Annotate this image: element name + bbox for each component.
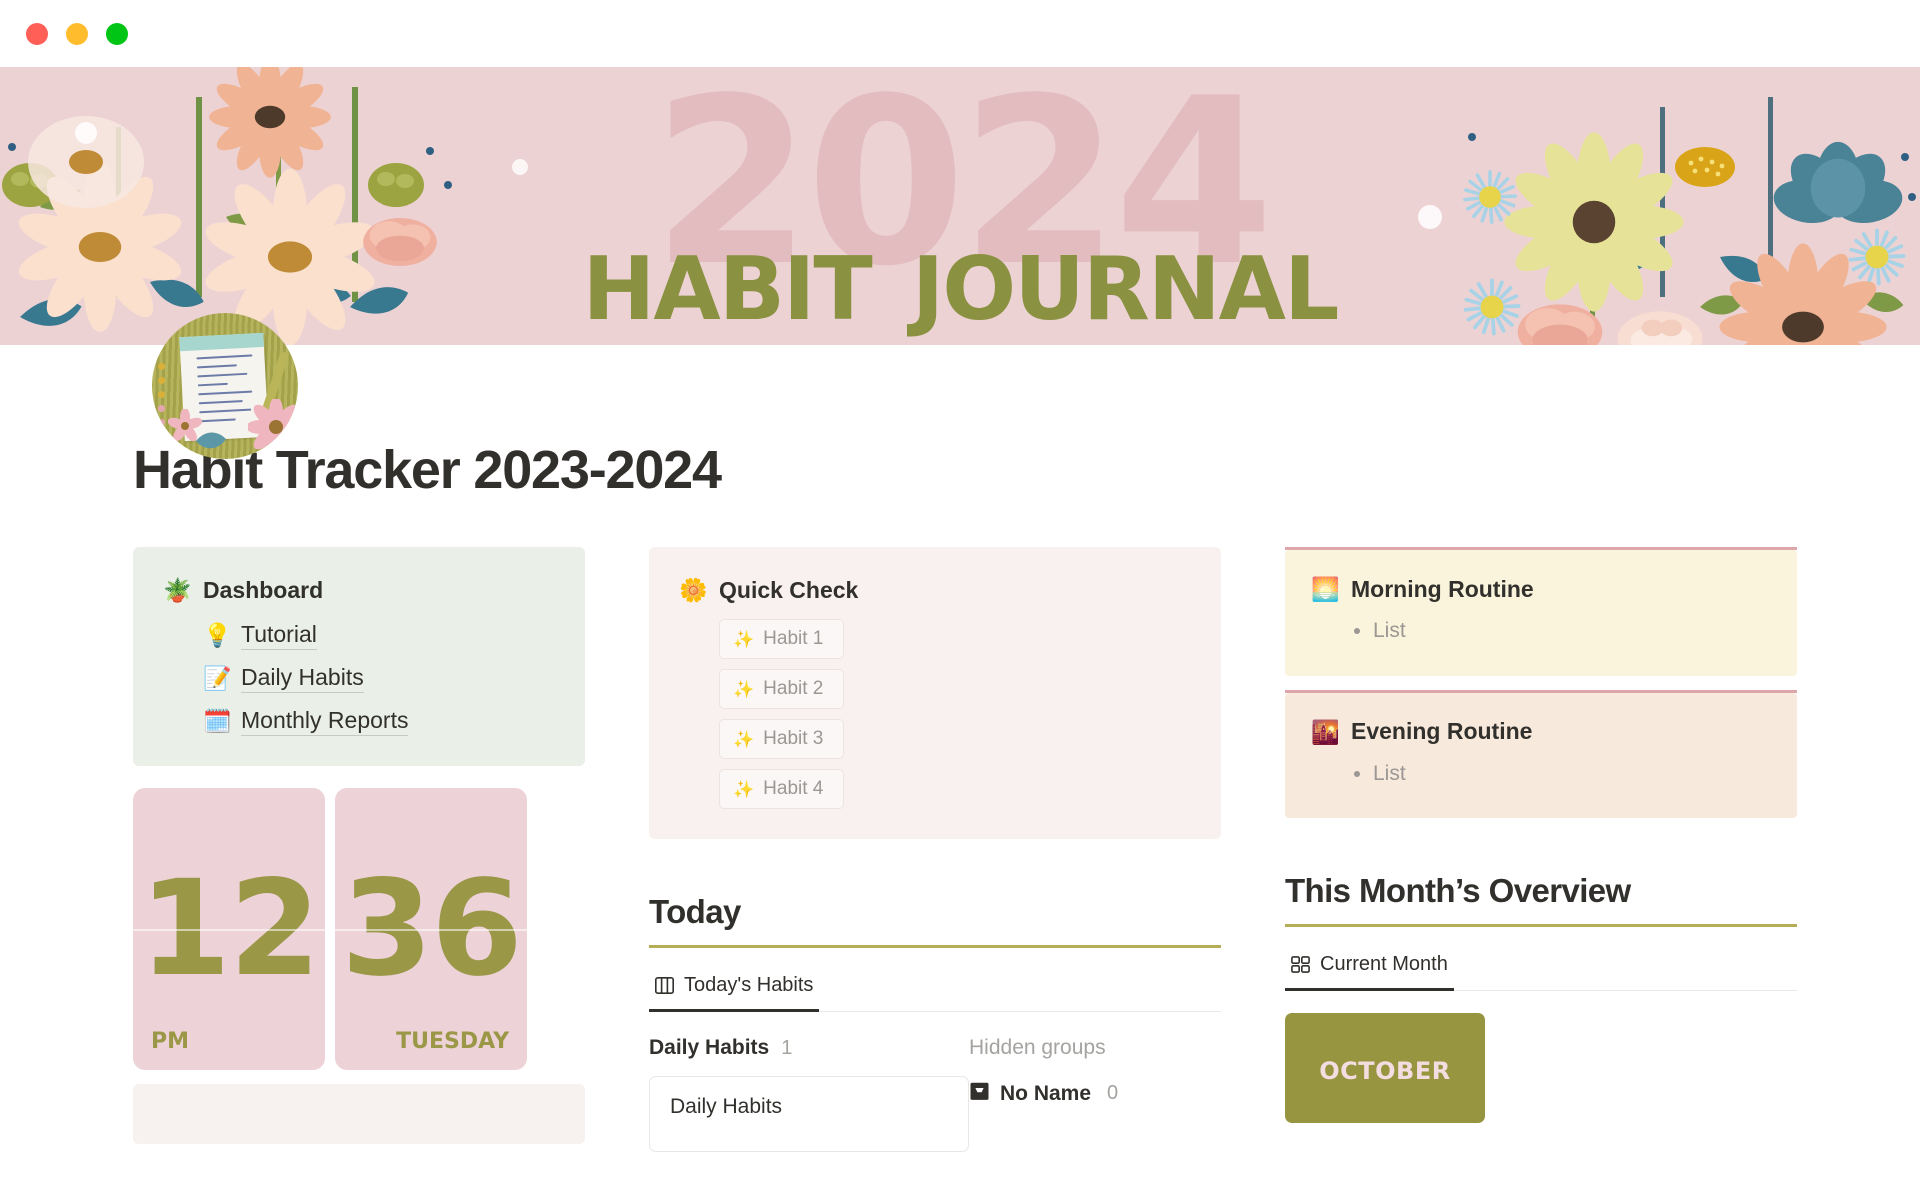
list-item[interactable]: List: [1373, 757, 1771, 791]
no-name-count: 0: [1107, 1082, 1119, 1104]
quick-check-habit-4[interactable]: ✨ Habit 4: [719, 769, 844, 809]
hidden-groups-label: Hidden groups: [969, 1035, 1106, 1059]
daily-habits-group-count: 1: [781, 1036, 793, 1059]
routines-spacer: [1285, 676, 1797, 690]
close-window-button[interactable]: [26, 22, 48, 45]
sunset-icon: 🌇: [1311, 718, 1340, 745]
clock-minutes: 36: [341, 852, 523, 1006]
quick-check-header: 🌼 Quick Check: [679, 575, 1191, 605]
page-cover-banner[interactable]: 2024 habit journal: [0, 67, 1920, 345]
evening-routine-body: 🌇 Evening Routine List: [1285, 692, 1797, 819]
tutorial-label: Tutorial: [241, 619, 317, 650]
quick-check-habit-1[interactable]: ✨ Habit 1: [719, 619, 844, 659]
daily-habits-group-name: Daily Habits: [649, 1035, 770, 1059]
quick-check-habit-4-label: Habit 4: [763, 778, 824, 799]
sparkles-icon: ✨: [733, 679, 755, 699]
evening-routine-title: Evening Routine: [1351, 718, 1533, 745]
quick-check-habit-2[interactable]: ✨ Habit 2: [719, 669, 844, 709]
today-section: Today Today's Habits Daily Habits 1 Dail…: [649, 893, 1221, 1152]
sunrise-icon: 🌅: [1311, 576, 1340, 602]
clock-weekday: TUESDAY: [396, 1029, 509, 1054]
sidebar-item-monthly-reports[interactable]: 🗓️ Monthly Reports: [203, 705, 555, 736]
avatar-flower-icon: [248, 399, 298, 455]
flip-clock-widget: 12 PM 36 TUESDAY: [133, 788, 585, 1070]
note-page-icon: 📝: [203, 664, 232, 691]
window-titlebar: [0, 0, 1920, 67]
sparkles-icon: ✨: [733, 729, 755, 749]
hidden-groups-column: Hidden groups No Name 0: [969, 1036, 1221, 1152]
month-overview-section: This Month’s Overview Current Month octo…: [1285, 872, 1797, 1123]
dashboard-header: 🪴 Dashboard: [163, 575, 555, 605]
monthly-reports-label: Monthly Reports: [241, 705, 409, 736]
clock-meridiem: PM: [151, 1029, 190, 1054]
avatar-leaf-icon: [196, 432, 226, 449]
middle-column: 🌼 Quick Check ✨ Habit 1 ✨ Habit 2 ✨ Habi…: [649, 547, 1221, 1152]
page-icon-avatar[interactable]: [152, 313, 298, 459]
tab-current-month-label: Current Month: [1320, 953, 1448, 976]
page-body: Habit Tracker 2023-2024 🪴 Dashboard 💡 Tu…: [0, 439, 1920, 1152]
maximize-window-button[interactable]: [106, 22, 128, 45]
quick-check-list: ✨ Habit 1 ✨ Habit 2 ✨ Habit 3 ✨ Habit 4: [679, 619, 1191, 809]
daily-habits-label: Daily Habits: [241, 662, 364, 693]
calendar-page-icon: 🗓️: [203, 707, 232, 734]
dashboard-links: 💡 Tutorial 📝 Daily Habits 🗓️ Monthly Rep…: [163, 619, 555, 736]
daily-habits-group: Daily Habits 1 Daily Habits: [649, 1036, 969, 1152]
sparkles-icon: ✨: [733, 629, 755, 649]
tab-current-month[interactable]: Current Month: [1285, 943, 1454, 992]
banner-title-text: habit journal: [582, 205, 1340, 345]
today-heading: Today: [649, 893, 1221, 948]
month-view-tabbar: Current Month: [1285, 943, 1797, 992]
sparkles-icon: ✨: [733, 779, 755, 799]
no-name-label: No Name: [1000, 1081, 1092, 1105]
quick-check-habit-3[interactable]: ✨ Habit 3: [719, 719, 844, 759]
evening-routine-block: 🌇 Evening Routine List: [1285, 689, 1797, 819]
morning-routine-list: List: [1373, 614, 1771, 648]
habit-card-title: Daily Habits: [670, 1094, 783, 1118]
traffic-lights: [26, 22, 128, 45]
daily-habits-group-header[interactable]: Daily Habits 1: [649, 1036, 969, 1060]
clock-minutes-tile: 36 TUESDAY: [335, 788, 527, 1070]
clock-hours-tile: 12 PM: [133, 788, 325, 1070]
today-view-tabbar: Today's Habits: [649, 964, 1221, 1012]
clock-hours: 12: [139, 852, 321, 1006]
left-column: 🪴 Dashboard 💡 Tutorial 📝 Daily Habits 🗓️: [133, 547, 585, 1152]
light-bulb-icon: 💡: [203, 621, 232, 648]
morning-routine-body: 🌅 Morning Routine List: [1285, 550, 1797, 676]
month-overview-heading: This Month’s Overview: [1285, 872, 1797, 928]
evening-routine-list: List: [1373, 757, 1771, 791]
quick-check-habit-3-label: Habit 3: [763, 728, 824, 749]
morning-routine-title: Morning Routine: [1351, 575, 1534, 602]
content-columns: 🪴 Dashboard 💡 Tutorial 📝 Daily Habits 🗓️: [0, 547, 1920, 1152]
quick-check-habit-2-label: Habit 2: [763, 678, 824, 699]
grid-view-icon: [1291, 956, 1310, 974]
dashboard-card: 🪴 Dashboard 💡 Tutorial 📝 Daily Habits 🗓️: [133, 547, 585, 766]
board-view-icon: [655, 977, 674, 994]
dashboard-title: Dashboard: [203, 577, 324, 603]
quick-check-card: 🌼 Quick Check ✨ Habit 1 ✨ Habit 2 ✨ Habi…: [649, 547, 1221, 839]
quick-check-title: Quick Check: [719, 577, 859, 603]
minimize-window-button[interactable]: [66, 22, 88, 45]
placeholder-block: [133, 1084, 585, 1144]
current-month-tile[interactable]: october: [1285, 1012, 1485, 1123]
tab-todays-habits-label: Today's Habits: [684, 974, 814, 996]
morning-routine-header: 🌅 Morning Routine: [1311, 574, 1771, 604]
tab-todays-habits[interactable]: Today's Habits: [649, 964, 820, 1012]
sidebar-item-tutorial[interactable]: 💡 Tutorial: [203, 619, 555, 650]
hidden-group-no-name[interactable]: No Name 0: [969, 1082, 1221, 1106]
current-month-label: october: [1319, 1047, 1451, 1088]
potted-plant-icon: 🪴: [163, 577, 192, 603]
flower-icon: 🌼: [679, 577, 708, 603]
morning-routine-block: 🌅 Morning Routine List: [1285, 547, 1797, 676]
right-column: 🌅 Morning Routine List 🌇 Evening Routine: [1285, 547, 1797, 1152]
list-item[interactable]: List: [1373, 614, 1771, 648]
page-title: Habit Tracker 2023-2024: [133, 440, 722, 500]
evening-routine-header: 🌇 Evening Routine: [1311, 717, 1771, 747]
habit-card[interactable]: Daily Habits: [649, 1075, 969, 1152]
quick-check-habit-1-label: Habit 1: [763, 628, 824, 649]
sidebar-item-daily-habits[interactable]: 📝 Daily Habits: [203, 662, 555, 693]
today-groups-row: Daily Habits 1 Daily Habits Hidden group…: [649, 1036, 1221, 1152]
inbox-icon: [969, 1082, 990, 1106]
